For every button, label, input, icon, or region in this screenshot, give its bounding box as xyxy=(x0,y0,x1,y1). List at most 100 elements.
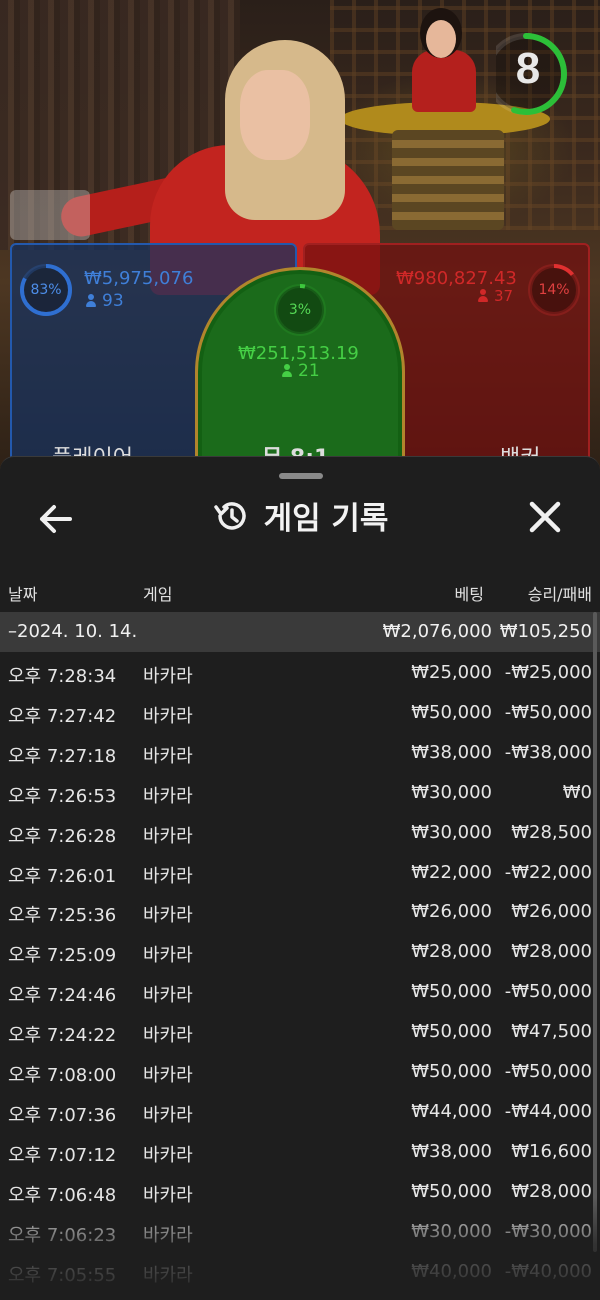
row-winloss: ₩28,500 xyxy=(511,821,592,843)
history-row[interactable]: 오후 7:06:23 바카라 ₩30,000 -₩30,000 xyxy=(0,1212,600,1252)
row-bet: ₩38,000 xyxy=(411,1140,492,1162)
game-history-sheet: 게임 기록 날짜 게임 베팅 승리/패배 –2024. 10. 14. ₩2,0… xyxy=(0,456,600,1300)
column-header-date: 날짜 xyxy=(8,585,38,604)
player-total-amount: ₩5,975,076 xyxy=(84,268,194,289)
tie-percent-ring: 3% xyxy=(272,282,328,338)
tie-percent: 3% xyxy=(288,302,312,318)
row-bet: ₩38,000 xyxy=(411,741,492,763)
row-winloss: -₩40,000 xyxy=(504,1260,592,1282)
history-icon xyxy=(212,497,250,535)
row-game: 바카라 xyxy=(143,1104,193,1126)
row-game: 바카라 xyxy=(143,945,193,967)
background-dealer xyxy=(412,50,476,112)
history-row[interactable]: 오후 7:26:28 바카라 ₩30,000 ₩28,500 xyxy=(0,813,600,853)
row-time: 오후 7:26:28 xyxy=(8,825,117,847)
banker-percent-ring: 14% xyxy=(526,262,582,318)
banker-percent: 14% xyxy=(538,282,570,298)
row-time: 오후 7:25:36 xyxy=(8,905,117,927)
history-row[interactable]: 오후 7:24:46 바카라 ₩50,000 -₩50,000 xyxy=(0,972,600,1012)
history-row[interactable]: 오후 7:28:34 바카라 ₩25,000 -₩25,000 xyxy=(0,653,600,693)
person-icon xyxy=(282,364,292,377)
row-bet: ₩50,000 xyxy=(411,1061,492,1082)
row-winloss: -₩50,000 xyxy=(504,1061,592,1082)
row-time: 오후 7:24:22 xyxy=(8,1025,117,1047)
row-game: 바카라 xyxy=(143,905,193,927)
drag-handle[interactable] xyxy=(279,473,323,479)
history-row[interactable]: 오후 7:25:09 바카라 ₩28,000 ₩28,000 xyxy=(0,932,600,972)
column-header-winloss: 승리/패배 xyxy=(527,585,592,604)
row-winloss: ₩16,600 xyxy=(511,1140,592,1162)
row-game: 바카라 xyxy=(143,1144,193,1166)
row-game: 바카라 xyxy=(143,1065,193,1086)
history-row[interactable]: 오후 7:07:36 바카라 ₩44,000 -₩44,000 xyxy=(0,1092,600,1132)
row-bet: ₩26,000 xyxy=(411,901,492,923)
card-shoe xyxy=(10,190,90,240)
history-row[interactable]: 오후 7:26:53 바카라 ₩30,000 ₩0 xyxy=(0,773,600,813)
row-bet: ₩50,000 xyxy=(411,1180,492,1202)
row-game: 바카라 xyxy=(143,666,193,687)
close-icon xyxy=(529,501,561,533)
row-winloss: -₩30,000 xyxy=(504,1220,592,1242)
tie-count: 21 xyxy=(282,361,320,381)
row-bet: ₩28,000 xyxy=(411,941,492,963)
column-header-game: 게임 xyxy=(143,585,173,604)
row-game: 바카라 xyxy=(143,1025,193,1047)
row-bet: ₩25,000 xyxy=(411,662,492,683)
person-icon xyxy=(478,289,488,302)
row-winloss: -₩38,000 xyxy=(504,741,592,763)
sheet-header: 게임 기록 xyxy=(0,497,600,541)
row-time: 오후 7:25:09 xyxy=(8,945,117,967)
history-row[interactable]: 오후 7:07:12 바카라 ₩38,000 ₩16,600 xyxy=(0,1132,600,1172)
row-game: 바카라 xyxy=(143,1264,193,1286)
row-winloss: -₩25,000 xyxy=(504,662,592,683)
row-time: 오후 7:07:12 xyxy=(8,1144,117,1166)
row-winloss: -₩50,000 xyxy=(504,701,592,723)
row-bet: ₩50,000 xyxy=(411,701,492,723)
row-winloss: -₩44,000 xyxy=(504,1100,592,1122)
row-game: 바카라 xyxy=(143,825,193,847)
row-time: 오후 7:06:23 xyxy=(8,1224,117,1246)
row-winloss: ₩28,000 xyxy=(511,1180,592,1202)
row-winloss: -₩50,000 xyxy=(504,981,592,1003)
sheet-title: 게임 기록 xyxy=(263,501,389,537)
column-header-bet: 베팅 xyxy=(454,585,484,604)
row-bet: ₩22,000 xyxy=(411,861,492,883)
row-time: 오후 7:06:48 xyxy=(8,1184,117,1206)
row-game: 바카라 xyxy=(143,865,193,887)
countdown-timer: 8 xyxy=(496,26,576,122)
banker-count: 37 xyxy=(478,287,513,305)
history-row[interactable]: 오후 7:06:48 바카라 ₩50,000 ₩28,000 xyxy=(0,1172,600,1212)
close-button[interactable] xyxy=(520,495,570,541)
date-group-total-bet: ₩2,076,000 xyxy=(382,621,492,642)
row-game: 바카라 xyxy=(143,1224,193,1246)
history-row[interactable]: 오후 7:25:36 바카라 ₩26,000 ₩26,000 xyxy=(0,892,600,932)
row-winloss: ₩47,500 xyxy=(511,1021,592,1043)
history-row[interactable]: 오후 7:27:42 바카라 ₩50,000 -₩50,000 xyxy=(0,693,600,733)
history-row[interactable]: 오후 7:24:22 바카라 ₩50,000 ₩47,500 xyxy=(0,1012,600,1052)
row-time: 오후 7:24:46 xyxy=(8,985,117,1007)
row-game: 바카라 xyxy=(143,785,193,807)
row-winloss: ₩28,000 xyxy=(511,941,592,963)
row-time: 오후 7:27:42 xyxy=(8,705,117,727)
history-row[interactable]: 오후 7:27:18 바카라 ₩38,000 -₩38,000 xyxy=(0,733,600,773)
player-percent-ring: 83% xyxy=(18,262,74,318)
row-bet: ₩30,000 xyxy=(411,821,492,843)
row-time: 오후 7:08:00 xyxy=(8,1065,117,1086)
row-time: 오후 7:05:55 xyxy=(8,1264,117,1286)
date-group-row[interactable]: –2024. 10. 14. ₩2,076,000 ₩105,250 xyxy=(0,612,600,652)
person-icon xyxy=(86,294,96,307)
row-bet: ₩44,000 xyxy=(411,1100,492,1122)
date-group-label: –2024. 10. 14. xyxy=(8,621,138,642)
scrollbar[interactable] xyxy=(593,612,597,1252)
row-game: 바카라 xyxy=(143,1184,193,1206)
row-time: 오후 7:07:36 xyxy=(8,1104,117,1126)
history-row[interactable]: 오후 7:26:01 바카라 ₩22,000 -₩22,000 xyxy=(0,853,600,893)
history-row[interactable]: 오후 7:08:00 바카라 ₩50,000 -₩50,000 xyxy=(0,1052,600,1092)
row-winloss: ₩0 xyxy=(562,781,592,803)
row-time: 오후 7:27:18 xyxy=(8,745,117,767)
row-time: 오후 7:26:01 xyxy=(8,865,117,887)
row-game: 바카라 xyxy=(143,745,193,767)
player-count: 93 xyxy=(86,291,124,311)
history-row[interactable]: 오후 7:05:55 바카라 ₩40,000 -₩40,000 xyxy=(0,1252,600,1292)
row-winloss: -₩22,000 xyxy=(504,861,592,883)
